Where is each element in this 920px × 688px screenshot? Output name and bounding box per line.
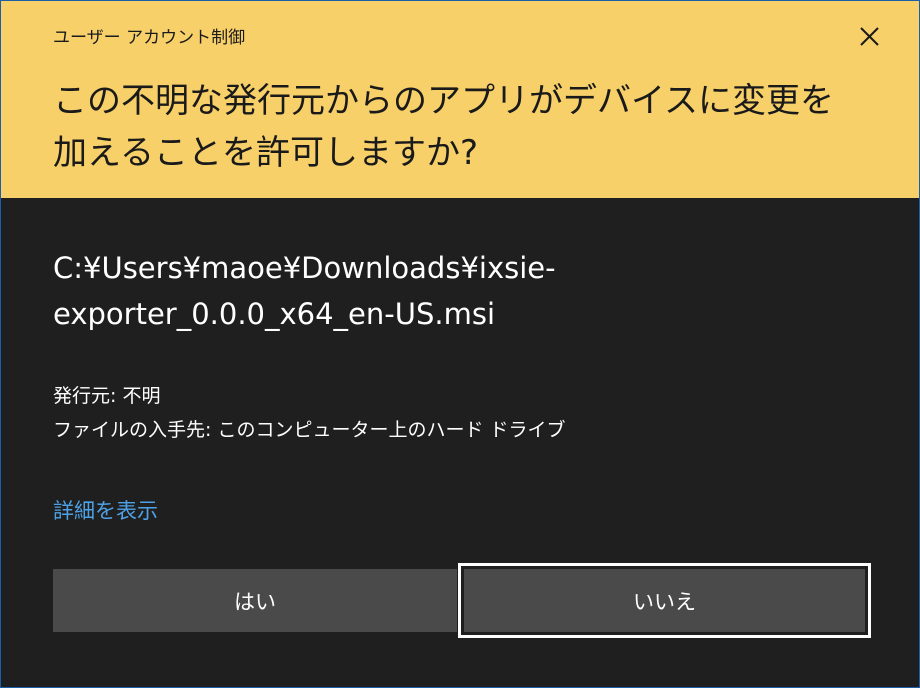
no-button-face: いいえ <box>464 569 865 632</box>
program-path-line-2: exporter_0.0.0_x64_en-US.msi <box>53 297 496 331</box>
yes-button[interactable]: はい <box>53 569 457 632</box>
permission-question: この不明な発行元からのアプリがデバイスに変更を 加えることを許可しますか? <box>53 75 883 179</box>
close-icon <box>860 27 879 46</box>
no-button[interactable]: いいえ <box>458 563 871 638</box>
show-details-link[interactable]: 詳細を表示 <box>53 495 158 525</box>
program-path: C:¥Users¥maoe¥Downloads¥ixsie- exporter_… <box>53 245 883 337</box>
publisher-text: 発行元: 不明 <box>53 385 161 407</box>
close-button[interactable] <box>851 18 887 54</box>
program-meta: 発行元: 不明 ファイルの入手先: このコンピューター上のハード ドライブ <box>53 379 565 447</box>
question-line-1: この不明な発行元からのアプリがデバイスに変更を <box>53 81 834 121</box>
no-button-label: いいえ <box>633 589 696 614</box>
file-origin-text: ファイルの入手先: このコンピューター上のハード ドライブ <box>53 419 566 441</box>
question-line-2: 加えることを許可しますか? <box>53 133 479 173</box>
yes-button-label: はい <box>234 589 276 614</box>
program-path-line-1: C:¥Users¥maoe¥Downloads¥ixsie- <box>53 251 556 285</box>
dialog-caption: ユーザー アカウント制御 <box>53 28 246 48</box>
uac-dialog: ユーザー アカウント制御 この不明な発行元からのアプリがデバイスに変更を 加える… <box>0 0 920 688</box>
uac-header: ユーザー アカウント制御 この不明な発行元からのアプリがデバイスに変更を 加える… <box>1 1 919 198</box>
